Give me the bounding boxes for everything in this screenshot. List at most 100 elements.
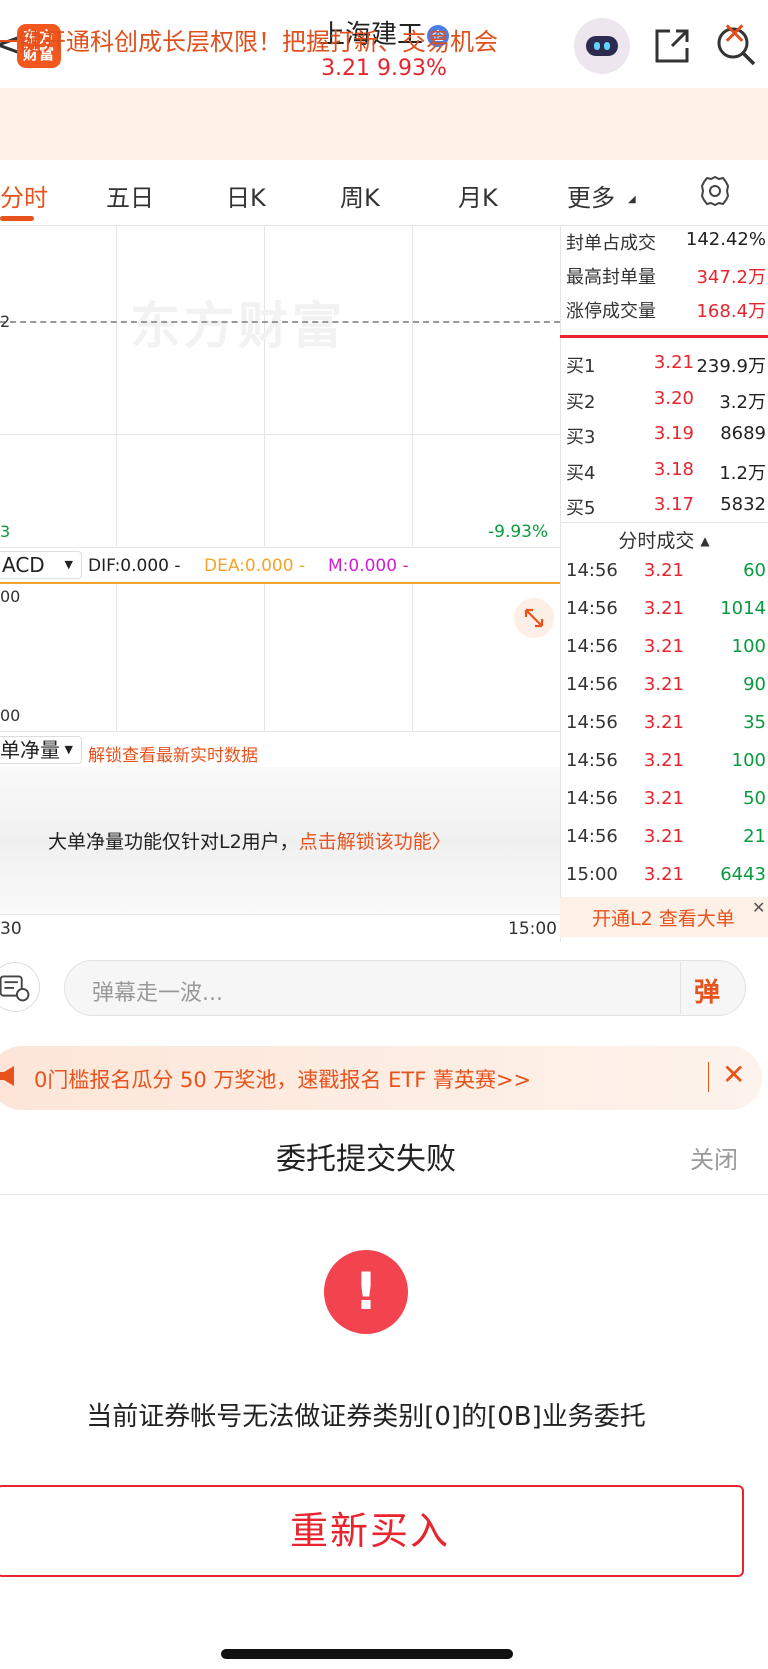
big-order-locked-panel: 大单净量功能仅针对L2用户，点击解锁该功能〉: [0, 767, 560, 915]
gear-icon[interactable]: [698, 174, 732, 208]
tab-five-day[interactable]: 五日: [106, 178, 154, 213]
indicator-selector-label: ACD: [2, 553, 45, 577]
close-icon[interactable]: ✕: [722, 1060, 745, 1090]
macd-header: ACD ▼ DIF:0.000 - DEA:0.000 - M:0.000 -: [0, 547, 560, 583]
pct-axis-bottom-label: -9.93%: [488, 522, 549, 542]
bid-row-label: 买3: [566, 427, 596, 448]
error-message: 当前证券帐号无法做证券类别[0]的[0B]业务委托: [86, 1402, 646, 1432]
ticks-title-text: 分时成交: [618, 530, 695, 552]
dropdown-arrow-icon: ▼: [64, 558, 73, 571]
tick-row-label: 14:56: [566, 636, 618, 657]
tick-row-price: 3.21: [643, 750, 684, 771]
time-axis-end: 15:00: [508, 919, 557, 939]
stock-price: 3.21: [321, 56, 371, 81]
tick-row-value: 50: [743, 788, 766, 809]
tick-row-price: 3.21: [643, 598, 684, 619]
macd-zero-line: [0, 582, 560, 584]
bid-row-label: 买4: [566, 463, 596, 484]
megaphone-icon: [0, 1066, 14, 1086]
macd-axis-bottom-label: 00: [0, 706, 21, 725]
grid-line: [116, 584, 117, 731]
tick-row-price: 3.21: [643, 788, 684, 809]
price-axis-top-label: 2: [0, 312, 11, 331]
bid-row-price: 3.19: [653, 423, 694, 444]
unlock-realtime-link[interactable]: 解锁查看最新实时数据: [88, 741, 258, 766]
danmaku-placeholder[interactable]: 弹幕走一波...: [92, 975, 223, 1007]
bid-row-value: 1.2万: [719, 463, 766, 484]
promo-banner[interactable]: [0, 88, 768, 160]
rebuy-button[interactable]: 重新买入: [0, 1485, 744, 1577]
expand-icon[interactable]: [514, 598, 554, 638]
macd-axis-top-label: 00: [0, 587, 21, 606]
close-icon[interactable]: ✕: [752, 898, 765, 917]
tick-row-value: 90: [743, 674, 766, 695]
divider: [680, 962, 681, 1014]
divider: [560, 335, 768, 338]
bid-row-value: 5832: [720, 494, 766, 515]
dif-value: DIF:0.000 -: [88, 556, 181, 576]
dialog-close-button[interactable]: 关闭: [690, 1140, 738, 1175]
stat-row-label: 封单占成交: [566, 233, 656, 254]
tab-daily-k[interactable]: 日K: [226, 178, 266, 213]
tick-row-value: 100: [731, 750, 766, 771]
stat-row-value: 168.4万: [696, 301, 766, 322]
tick-row-label: 14:56: [566, 674, 618, 695]
bid-row-label: 买5: [566, 498, 596, 519]
stat-row-value: 347.2万: [696, 267, 766, 288]
grid-line: [264, 584, 265, 731]
tick-row-value: 1014: [720, 598, 766, 619]
error-icon: !: [324, 1250, 408, 1334]
locked-message: 大单净量功能仅针对L2用户，点击解锁该功能〉: [48, 827, 451, 854]
tick-row-label: 14:56: [566, 598, 618, 619]
indicator-selector[interactable]: ACD ▼: [0, 551, 82, 579]
net-indicator-selector[interactable]: 单净量 ▼: [0, 736, 82, 764]
tick-row-value: 60: [743, 560, 766, 581]
stock-change-pct: 9.93%: [377, 56, 447, 81]
tick-row-label: 14:56: [566, 788, 618, 809]
etf-banner-text[interactable]: 0门槛报名瓜分 50 万奖池，速戳报名 ETF 菁英赛>>: [34, 1064, 531, 1094]
tick-row-label: 14:56: [566, 560, 618, 581]
promo-text[interactable]: 一键开通科创成长层权限！把握打新、交易机会: [0, 22, 498, 57]
bid-row-price: 3.17: [653, 494, 694, 515]
caret-icon: ◢: [628, 194, 636, 205]
dea-value: DEA:0.000 -: [204, 556, 306, 576]
l2-upsell-text[interactable]: 开通L2 查看大单: [592, 904, 735, 931]
bid-row-value: 3.2万: [719, 392, 766, 413]
tab-weekly-k[interactable]: 周K: [340, 178, 380, 213]
tick-row-value: 35: [743, 712, 766, 733]
stat-row-label: 最高封单量: [566, 267, 656, 288]
chart-tabs: 分时 五日 日K 周K 月K 更多 ◢: [0, 160, 768, 226]
tab-more[interactable]: 更多: [567, 178, 615, 213]
order-failed-dialog: [0, 1114, 768, 1669]
dialog-title: 委托提交失败: [276, 1142, 456, 1177]
danmaku-send-button[interactable]: 弹: [694, 972, 720, 1009]
assistant-robot-icon[interactable]: [574, 18, 630, 74]
bid-row-label: 买1: [566, 356, 596, 377]
ticks-title[interactable]: 分时成交 ▲: [560, 526, 768, 553]
share-icon[interactable]: [652, 26, 692, 66]
m-value: M:0.000 -: [328, 556, 409, 576]
bid-row-value: 8689: [720, 423, 766, 444]
unlock-feature-link[interactable]: 点击解锁该功能〉: [299, 831, 451, 853]
close-icon[interactable]: ✕: [722, 20, 747, 50]
tick-row-price: 3.21: [643, 560, 684, 581]
home-indicator[interactable]: [221, 1649, 513, 1659]
dropdown-arrow-icon: ▼: [64, 743, 73, 756]
tab-monthly-k[interactable]: 月K: [458, 178, 498, 213]
divider: [708, 1062, 709, 1092]
stat-row-value: 142.42%: [685, 229, 766, 250]
intraday-chart[interactable]: [0, 226, 560, 546]
tab-intraday[interactable]: 分时: [0, 178, 48, 213]
net-selector-label: 单净量: [0, 738, 60, 762]
tick-row-label: 14:56: [566, 712, 618, 733]
tick-row-price: 3.21: [643, 864, 684, 885]
stat-row-label: 涨停成交量: [566, 301, 656, 322]
tick-row-price: 3.21: [643, 826, 684, 847]
active-tab-underline: [0, 216, 34, 221]
tick-row-label: 14:56: [566, 750, 618, 771]
tick-row-price: 3.21: [643, 674, 684, 695]
bid-row-value: 239.9万: [696, 356, 766, 377]
bid-row-price: 3.21: [653, 352, 694, 373]
divider: [0, 1194, 768, 1195]
tick-row-value: 100: [731, 636, 766, 657]
